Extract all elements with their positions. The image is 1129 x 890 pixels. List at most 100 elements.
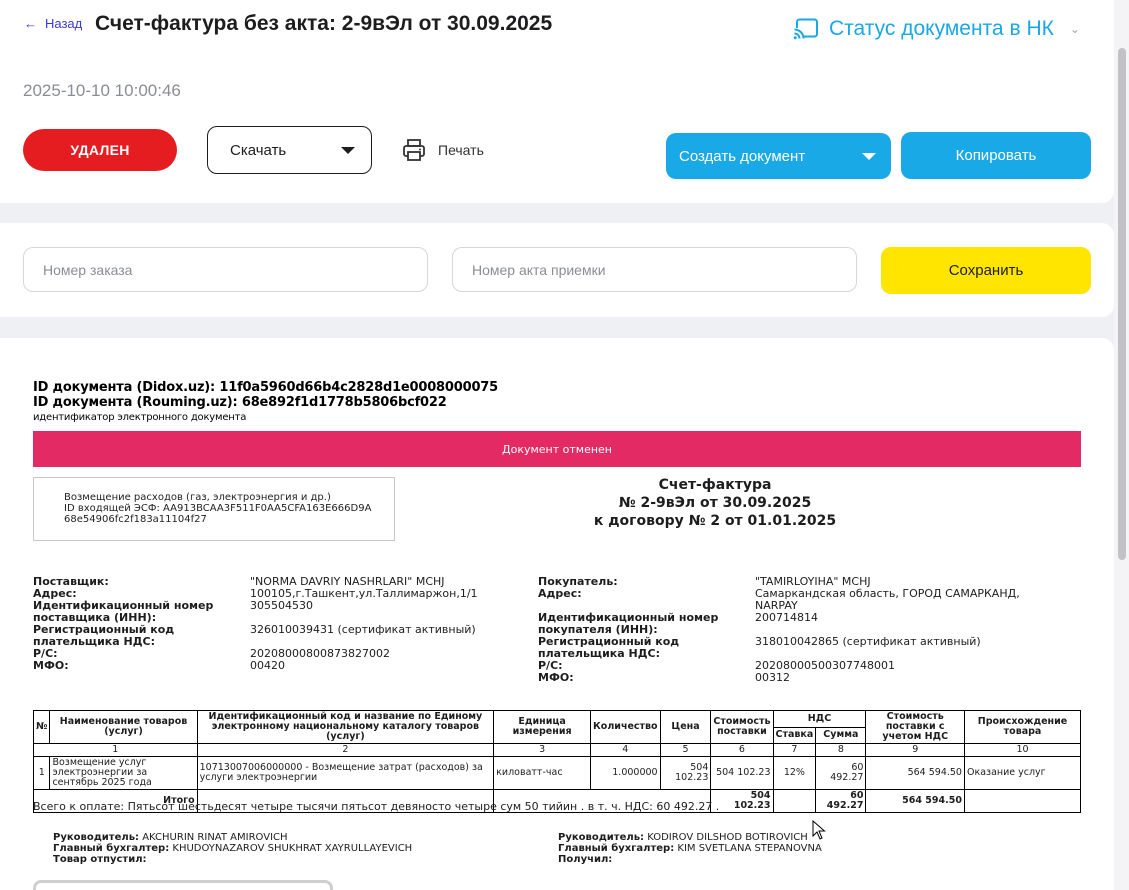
buyer-address: Самаркандская область, ГОРОД САМАРКАНД, …: [755, 587, 1020, 612]
col-num: 8: [815, 743, 867, 757]
col-num: 7: [772, 743, 817, 757]
supplier-vat-code: 326010039431 (сертификат активный): [250, 623, 476, 636]
row-price: 504 102.23: [659, 756, 712, 790]
invoice-heading: Счет-фактура № 2-9вЭл от 30.09.2025 к до…: [560, 476, 870, 530]
buyer-vat-code: 318010042865 (сертификат активный): [755, 635, 981, 648]
document-cancelled-banner: Документ отменен: [33, 431, 1081, 467]
col-num: 5: [659, 743, 712, 757]
col-vat: НДС: [772, 710, 867, 728]
totals-cost: 504 102.23: [710, 789, 774, 813]
row-no: 1: [32, 756, 51, 790]
col-num: 1: [33, 743, 198, 757]
id-caption: идентификатор электронного документа: [33, 412, 247, 423]
supplier-signatures: Руководитель: AKCHURIN RINAT AMIROVICH Г…: [53, 832, 412, 865]
reason-text: Возмещение расходов (газ, электроэнергия…: [64, 492, 331, 503]
didox-id: ID документа (Didox.uz): 11f0a5960d66b4c…: [33, 380, 498, 395]
status-badge: УДАЛЕН: [23, 129, 177, 171]
invoice-number: № 2-9вЭл от 30.09.2025: [618, 495, 812, 511]
invoice-contract: к договору № 2 от 01.01.2025: [593, 513, 837, 529]
save-button[interactable]: Сохранить: [881, 247, 1091, 294]
head-label: Руководитель:: [558, 832, 645, 843]
buyer-mfo-label: МФО:: [538, 671, 574, 684]
row-rate: 12%: [772, 756, 817, 790]
col-unit: Единица измерения: [493, 710, 592, 744]
row-sum: 60 492.27: [815, 756, 867, 790]
totals-vat-sum: 60 492.27: [815, 789, 867, 813]
invoice-reason-box: Возмещение расходов (газ, электроэнергия…: [33, 477, 395, 541]
arrow-left-icon: ←: [24, 16, 37, 31]
col-qty: Количество: [590, 710, 661, 744]
incoming-esf-id: ID входящей ЭСФ: AA913BCAA3F511F0AA5CFA1…: [64, 503, 372, 514]
document-ids: ID документа (Didox.uz): 11f0a5960d66b4c…: [33, 380, 498, 425]
col-num: 6: [710, 743, 774, 757]
table-row: 1 Возмещение услуг электроэнергии за сен…: [32, 756, 1082, 790]
supplier-accountant-name: KHUDOYNAZAROV SHUKHRAT XAYRULLAYEVICH: [172, 843, 413, 854]
page-title: Счет-фактура без акта: 2-9вЭл от 30.09.2…: [95, 12, 553, 35]
buyer-inn: 200714814: [755, 611, 818, 624]
col-rate: Ставка: [772, 726, 817, 744]
head-label: Руководитель:: [53, 832, 140, 843]
col-num: 10: [963, 743, 1082, 757]
col-code: Идентификационный код и название по Един…: [196, 710, 495, 744]
supplier-mfo-label: МФО:: [33, 659, 69, 672]
col-num: 2: [196, 743, 495, 757]
col-num: 3: [493, 743, 592, 757]
received-label: Получил:: [558, 854, 613, 865]
back-link[interactable]: ← Назад: [24, 16, 82, 31]
col-origin: Происхождение товара: [963, 710, 1082, 744]
col-name: Наименование товаров (услуг): [49, 710, 198, 744]
download-label: Скачать: [230, 141, 287, 159]
buyer-details: Покупатель: "TAMIRLOYIHA" MCHJ Адрес: Сама…: [538, 576, 1038, 684]
col-cost: Стоимость поставки: [710, 710, 774, 744]
row-code: 10713007006000000 - Возмещение затрат (р…: [196, 756, 495, 790]
mouse-cursor-icon: [812, 820, 826, 840]
row-cost: 504 102.23: [710, 756, 774, 790]
supplier-details: Поставщик: "NORMA DAVRIY NASHRLARI" MCHJ …: [33, 576, 493, 672]
vertical-scrollbar[interactable]: [1114, 0, 1129, 890]
download-dropdown[interactable]: Скачать: [207, 126, 372, 174]
buyer-signatures: Руководитель: KODIROV DILSHOD BOTIROVICH…: [558, 832, 822, 865]
col-price: Цена: [659, 710, 712, 744]
row-qty: 1.000000: [590, 756, 661, 790]
col-no: №: [32, 710, 51, 744]
col-num: 4: [590, 743, 661, 757]
empty-cell: [963, 789, 1082, 813]
caret-down-icon: [862, 153, 876, 160]
accountant-label: Главный бухгалтер:: [53, 843, 170, 854]
incoming-esf-ref: 68e54906fc2f183a11104f27: [64, 514, 207, 525]
buyer-inn-label: Идентификационный номер покупателя (ИНН)…: [538, 611, 719, 636]
empty-cell: [772, 789, 817, 813]
chevron-down-icon: ⌄: [1069, 22, 1080, 36]
total-to-pay: Всего к оплате: Пятьсот шестьдесят четыр…: [33, 800, 720, 813]
printer-icon: [403, 139, 425, 161]
act-number-input[interactable]: [452, 247, 857, 292]
print-label: Печать: [438, 142, 484, 158]
row-name: Возмещение услуг электроэнергии за сентя…: [49, 756, 198, 790]
row-origin: Оказание услуг: [963, 756, 1082, 790]
row-unit: киловатт-час: [493, 756, 592, 790]
cast-icon: [793, 18, 818, 40]
status-nk-label: Статус документа в НК: [829, 17, 1054, 40]
caret-down-icon: [341, 147, 355, 154]
supplier-head-name: AKCHURIN RINAT AMIROVICH: [142, 832, 288, 843]
document-timestamp: 2025-10-10 10:00:46: [23, 81, 181, 100]
accountant-label: Главный бухгалтер:: [558, 843, 675, 854]
supplier-mfo: 00420: [250, 659, 285, 672]
buyer-head-name: KODIROV DILSHOD BOTIROVICH: [647, 832, 808, 843]
scrollbar-thumb[interactable]: [1118, 48, 1126, 560]
invoice-title: Счет-фактура: [658, 477, 772, 493]
copy-button[interactable]: Копировать: [901, 132, 1091, 179]
supplier-vat-label: Регистрационный код плательщика НДС:: [33, 623, 175, 648]
totals-with-vat: 564 594.50: [865, 789, 965, 813]
buyer-mfo: 00312: [755, 671, 790, 684]
buyer-vat-label: Регистрационный код плательщика НДС:: [538, 635, 680, 660]
supplier-inn-label: Идентификационный номер поставщика (ИНН)…: [33, 599, 214, 624]
invoice-items-table: № Наименование товаров (услуг) Идентифик…: [32, 710, 1082, 813]
create-document-dropdown[interactable]: Создать документ: [666, 133, 891, 179]
signature-stamp-box: [33, 880, 333, 890]
status-nk-dropdown[interactable]: Статус документа в НК ⌄: [793, 17, 1080, 41]
create-document-label: Создать документ: [679, 147, 806, 165]
print-button[interactable]: Печать: [402, 138, 484, 162]
back-label: Назад: [45, 16, 83, 31]
order-number-input[interactable]: [23, 247, 428, 292]
